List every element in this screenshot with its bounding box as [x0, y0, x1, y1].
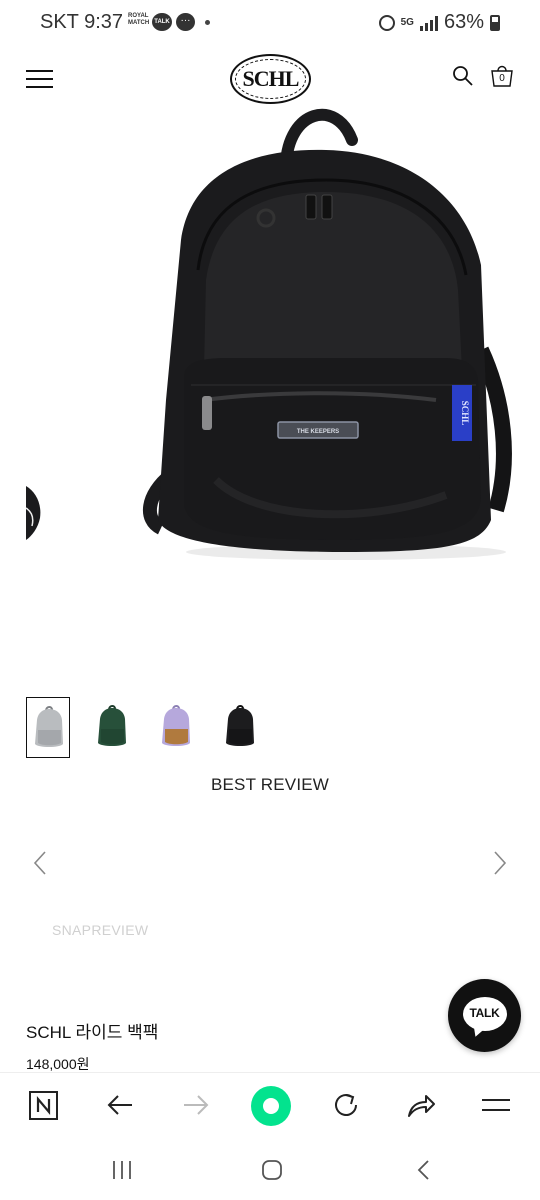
status-right: 5G 63% [378, 11, 500, 34]
product-price: 148,000원 [26, 1056, 90, 1072]
cart-button[interactable]: 0 [489, 62, 515, 88]
backpack-grey-icon [35, 706, 63, 747]
previous-image-peek [26, 486, 41, 540]
battery-icon [490, 14, 500, 31]
hamburger-menu-icon[interactable] [26, 70, 53, 88]
battery-percent: 63% [443, 11, 484, 33]
share-icon[interactable] [405, 1089, 437, 1121]
naver-home-icon[interactable] [28, 1089, 60, 1121]
network-type: 5G [400, 17, 414, 28]
best-review-heading: BEST REVIEW [210, 775, 330, 794]
status-time: SKT 9:37 [40, 11, 124, 33]
cart-count: 0 [499, 73, 505, 84]
system-navigation-bar [0, 1138, 540, 1200]
backpack-green-icon [98, 705, 126, 746]
bag-patch-text: THE KEEPERS [297, 429, 339, 435]
notification-icons: ROYAL MATCH TALK ··· [128, 13, 210, 31]
review-next-arrow-icon[interactable] [490, 850, 510, 876]
kakaotalk-icon: TALK [152, 13, 172, 31]
forward-arrow-icon[interactable] [180, 1089, 212, 1121]
royal-match-icon: ROYAL MATCH [128, 13, 150, 26]
system-back-icon[interactable] [412, 1158, 436, 1182]
signal-icon [419, 15, 438, 31]
home-icon[interactable] [260, 1158, 284, 1182]
kakao-talk-button[interactable]: TALK [448, 979, 521, 1052]
status-bar: SKT 9:37 ROYAL MATCH TALK ··· 5G 63% [0, 0, 540, 46]
snapreview-label: SNAPREVIEW [52, 922, 149, 938]
thumbnail-lavender[interactable] [154, 697, 198, 758]
green-dot-search-button[interactable] [251, 1086, 291, 1126]
review-prev-arrow-icon[interactable] [30, 850, 50, 876]
backpack-lavender-icon [162, 705, 190, 746]
thumbnail-black[interactable] [218, 697, 262, 758]
talk-button-label: TALK [469, 1006, 500, 1020]
thumbnail-grey[interactable] [26, 697, 70, 758]
message-icon: ··· [176, 13, 195, 31]
refresh-icon[interactable] [330, 1089, 362, 1121]
more-notifications-dot [205, 19, 210, 25]
backpack-black-icon [226, 705, 254, 746]
browser-toolbar [0, 1072, 540, 1138]
bag-side-tag: SCHL [460, 401, 470, 426]
brand-logo[interactable]: SCHL [230, 54, 311, 104]
search-icon[interactable] [452, 65, 474, 87]
thumbnail-green[interactable] [90, 697, 134, 758]
product-name: SCHL 라이드 백팩 [26, 1023, 159, 1042]
browser-menu-icon[interactable] [480, 1089, 512, 1121]
back-arrow-icon[interactable] [104, 1089, 136, 1121]
alarm-icon [378, 14, 395, 31]
recent-apps-icon[interactable] [110, 1158, 134, 1182]
logo-text: SCHL [242, 66, 300, 91]
product-image[interactable]: THE KEEPERS SCHL [26, 100, 514, 570]
